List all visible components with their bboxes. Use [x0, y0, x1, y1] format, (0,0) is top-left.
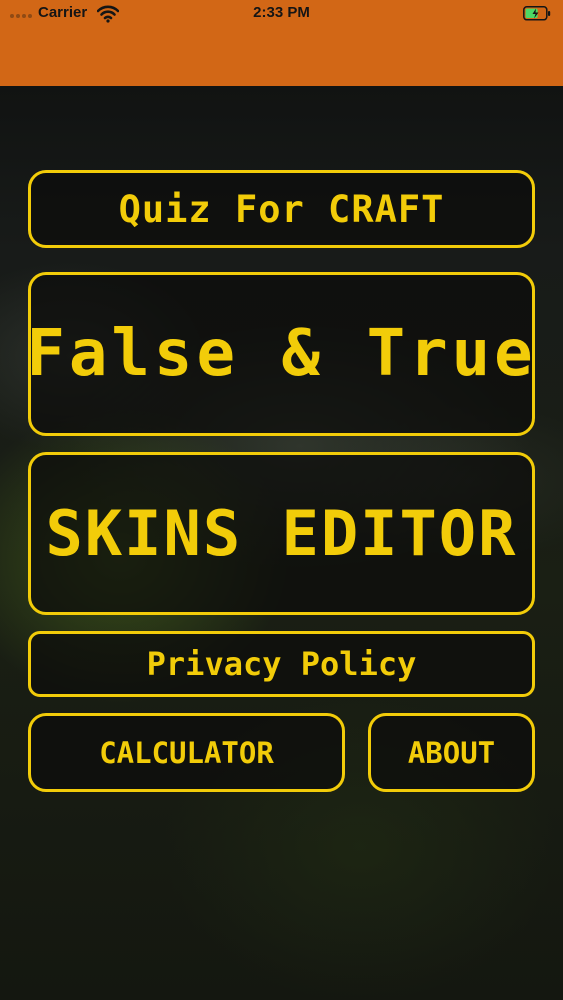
quiz-button[interactable]: Quiz For CRAFT: [28, 170, 535, 248]
about-button-label: ABOUT: [407, 735, 496, 770]
skins-editor-button[interactable]: SKINS EDITOR: [28, 452, 535, 615]
false-true-button-label: False & True: [26, 317, 537, 391]
privacy-policy-button[interactable]: Privacy Policy: [28, 631, 535, 697]
false-true-button[interactable]: False & True: [26, 272, 537, 436]
privacy-policy-button-label: Privacy Policy: [146, 645, 417, 683]
about-button[interactable]: ABOUT: [368, 713, 535, 792]
calculator-button[interactable]: CALCULATOR: [28, 713, 345, 792]
status-bar: Carrier 2:33 PM: [0, 0, 563, 86]
quiz-button-label: Quiz For CRAFT: [118, 187, 445, 231]
status-row: Carrier 2:33 PM: [0, 0, 563, 28]
calculator-button-label: CALCULATOR: [99, 735, 274, 770]
battery-charging-icon: [523, 6, 551, 21]
status-time: 2:33 PM: [253, 4, 310, 21]
skins-editor-button-label: SKINS EDITOR: [45, 497, 518, 570]
